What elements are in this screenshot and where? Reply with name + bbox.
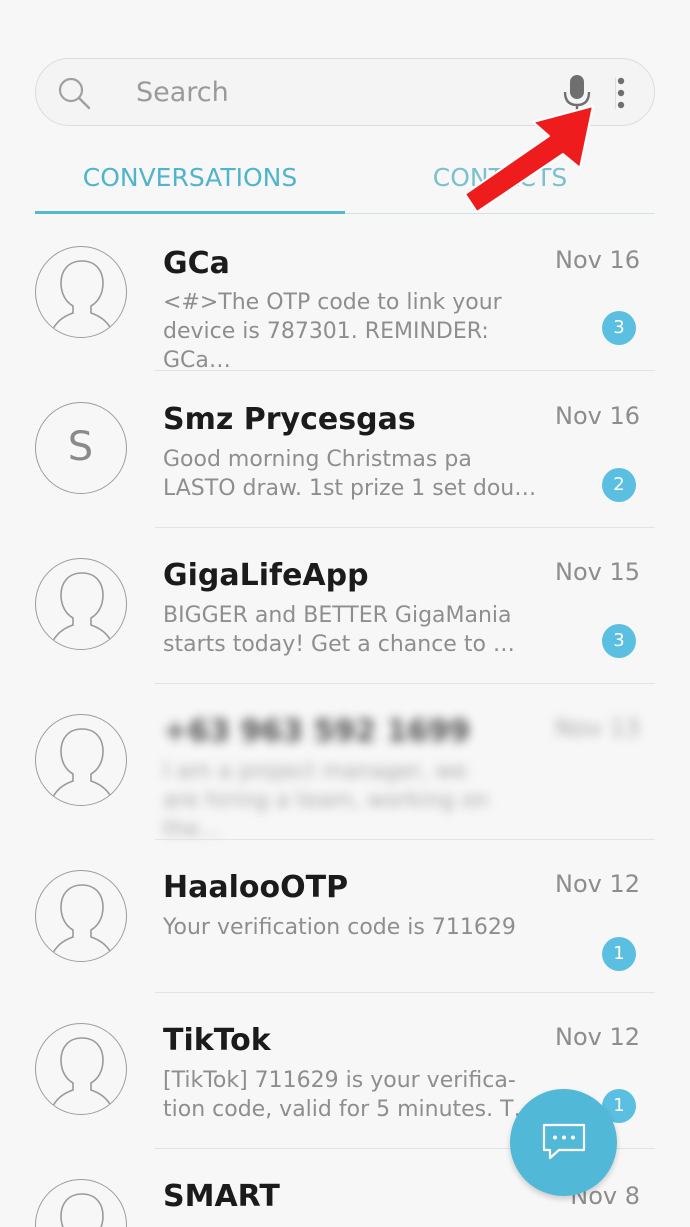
conversation-row[interactable]: +63 963 592 1699 Nov 13 I am a project m… xyxy=(0,684,690,842)
search-input[interactable]: Search xyxy=(136,75,229,111)
tab-selected-indicator xyxy=(35,211,345,214)
person-silhouette-icon xyxy=(51,572,113,644)
unread-badge: 3 xyxy=(602,624,636,658)
messages-screen: Search CONVERSATIONS CONTACTS GCa xyxy=(0,0,690,1227)
contact-name: +63 963 592 1699 xyxy=(163,714,470,749)
contact-name: HaalooOTP xyxy=(163,870,349,905)
message-preview: Your verification code is 711629 xyxy=(163,913,548,942)
unread-badge: 2 xyxy=(602,468,636,502)
contact-name: TikTok xyxy=(163,1023,271,1058)
row-divider xyxy=(155,370,655,371)
avatar: S xyxy=(35,402,127,494)
compose-message-icon xyxy=(542,1123,586,1160)
person-silhouette-icon xyxy=(51,260,113,332)
avatar xyxy=(35,246,127,338)
preview-line: Your verification code is 711629 xyxy=(163,915,516,940)
search-icon xyxy=(58,77,91,110)
contact-name: SMART xyxy=(163,1179,280,1214)
preview-line: BIGGER and BETTER GigaMania xyxy=(163,603,512,628)
person-silhouette-icon xyxy=(51,1037,113,1109)
preview-line: tion code, valid for 5 minutes. T… xyxy=(163,1097,536,1122)
conversation-row[interactable]: GigaLifeApp Nov 15 BIGGER and BETTER Gig… xyxy=(0,528,690,684)
conversation-row[interactable]: S Smz Prycesgas Nov 16 Good morning Chri… xyxy=(0,372,690,528)
contact-name: Smz Prycesgas xyxy=(163,402,416,437)
conversation-row[interactable]: GCa Nov 16 <#>The OTP code to link your d… xyxy=(0,216,690,373)
preview-line: are hiring a team, working on the… xyxy=(163,788,489,842)
avatar-letter: S xyxy=(67,424,94,470)
message-preview: [TikTok] 711629 is your verifica-tion co… xyxy=(163,1066,548,1124)
unread-badge: 3 xyxy=(602,311,636,345)
preview-line: starts today! Get a chance to … xyxy=(163,632,515,657)
person-silhouette-icon xyxy=(51,728,113,800)
avatar xyxy=(35,714,127,806)
avatar xyxy=(35,1023,127,1115)
avatar xyxy=(35,1179,127,1227)
message-preview: BIGGER and BETTER GigaMania starts today!… xyxy=(163,601,548,659)
contact-name: GigaLifeApp xyxy=(163,558,369,593)
avatar xyxy=(35,870,127,962)
message-date: Nov 16 xyxy=(554,402,640,430)
message-date: Nov 13 xyxy=(554,714,640,742)
preview-line: I am a project manager, we xyxy=(163,759,467,784)
preview-line: device is 787301. REMINDER: GCa… xyxy=(163,319,489,373)
annotation-arrow xyxy=(464,105,594,213)
preview-line: Good morning Christmas pa xyxy=(163,447,472,472)
person-silhouette-icon xyxy=(51,884,113,956)
person-silhouette-icon xyxy=(60,1193,104,1227)
message-date: Nov 12 xyxy=(554,1023,640,1051)
preview-line: LASTO draw. 1st prize 1 set dou… xyxy=(163,476,537,501)
unread-badge: 1 xyxy=(602,937,636,971)
compose-button[interactable] xyxy=(510,1089,617,1196)
message-date: Nov 12 xyxy=(554,870,640,898)
preview-line: [TikTok] 711629 is your verifica- xyxy=(163,1068,516,1093)
tab-conversations[interactable]: CONVERSATIONS xyxy=(35,140,345,215)
avatar xyxy=(35,558,127,650)
conversation-row[interactable]: HaalooOTP Nov 12 Your verification code … xyxy=(0,840,690,993)
message-preview: Good morning Christmas pa LASTO draw. 1st… xyxy=(163,445,548,503)
message-date: Nov 16 xyxy=(554,246,640,274)
more-options-icon[interactable] xyxy=(606,73,636,113)
contact-name: GCa xyxy=(163,246,230,281)
message-date: Nov 15 xyxy=(554,558,640,586)
message-preview: I am a project manager, we are hiring a t… xyxy=(163,757,548,844)
message-preview: <#>The OTP code to link your device is 78… xyxy=(163,288,548,375)
preview-line: <#>The OTP code to link your xyxy=(163,290,502,315)
